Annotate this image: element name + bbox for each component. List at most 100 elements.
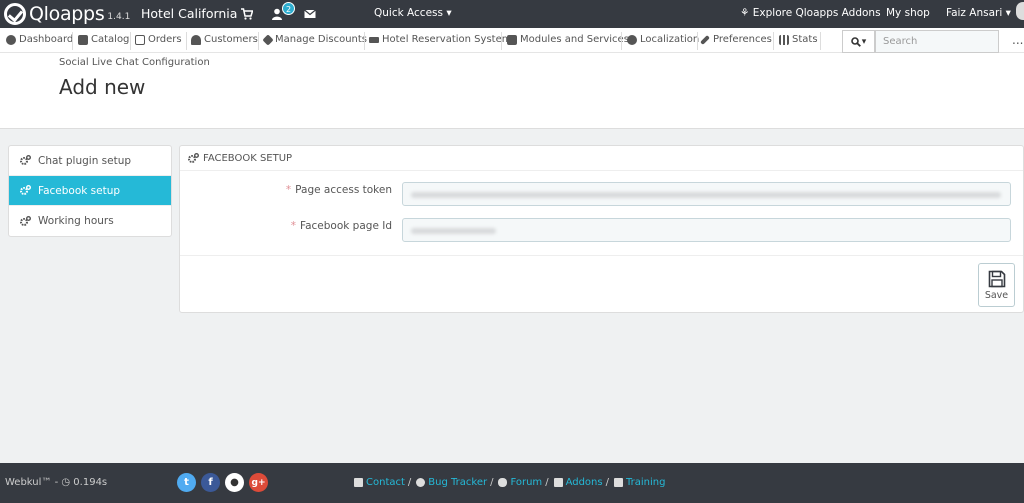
nav-label: Orders	[148, 34, 182, 45]
quick-access-menu[interactable]: Quick Access ▾	[374, 7, 452, 19]
more-menu-icon[interactable]: ...	[1012, 33, 1023, 47]
shop-name[interactable]: Hotel California	[141, 6, 237, 21]
save-button[interactable]: Save	[978, 263, 1015, 307]
nav-label: Stats	[792, 34, 818, 45]
wrench-icon	[700, 34, 710, 45]
footer-company: Webkul™ -	[5, 477, 62, 488]
footer-link-training[interactable]: Training	[626, 477, 665, 488]
book-icon	[78, 34, 88, 45]
caret-down-icon: ▾	[861, 36, 867, 47]
nav-item-dashboard[interactable]: Dashboard	[6, 34, 73, 45]
bug-icon	[416, 478, 426, 487]
clock-icon: ◷	[61, 477, 71, 488]
puzzle-icon	[507, 34, 517, 45]
qloapps-logo-icon	[4, 3, 26, 25]
required-marker: *	[285, 184, 292, 196]
redacted-value	[411, 228, 496, 234]
panel-footer-divider	[180, 255, 1023, 256]
dashboard-icon	[6, 34, 16, 45]
quick-access-label: Quick Access	[374, 7, 443, 19]
page-header: Social Live Chat Configuration Add new	[0, 53, 1024, 129]
nav-label: Hotel Reservation System	[382, 34, 512, 45]
nav-item-stats[interactable]: Stats	[779, 34, 818, 45]
brand-logo[interactable]: Qloapps 1.4.1	[4, 3, 130, 25]
field-label: Facebook page Id	[300, 220, 392, 232]
nav-item-manage-discounts[interactable]: Manage Discounts	[262, 33, 368, 46]
credit-card-icon	[135, 34, 145, 45]
employee-menu[interactable]: Faiz Ansari ▾	[946, 7, 1011, 19]
nav-item-modules[interactable]: Modules and Services	[507, 34, 629, 45]
github-icon[interactable]: ●	[225, 473, 244, 492]
page-access-token-label: * Page access token	[286, 184, 392, 196]
avatar[interactable]	[1016, 2, 1024, 20]
nav-label: Modules and Services	[520, 34, 629, 45]
puzzle-icon	[553, 478, 563, 487]
puzzle-icon: ⚘	[740, 7, 750, 19]
load-time: 0.194s	[73, 477, 108, 488]
search-input[interactable]	[875, 30, 999, 53]
google-plus-icon[interactable]: g+	[249, 473, 268, 492]
footer-link-bug-tracker[interactable]: Bug Tracker	[428, 477, 487, 488]
nav-item-orders[interactable]: Orders	[135, 34, 182, 45]
globe-icon	[627, 34, 637, 45]
book-icon	[613, 478, 623, 487]
facebook-page-id-label: * Facebook page Id	[291, 220, 392, 232]
my-shop-link[interactable]: My shop	[886, 7, 930, 19]
redacted-value	[411, 192, 1001, 198]
nav-label: Localization	[640, 34, 700, 45]
employee-name: Faiz Ansari	[946, 7, 1003, 19]
brand-version: 1.4.1	[107, 12, 131, 22]
nav-label: Preferences	[713, 34, 772, 45]
comments-icon	[498, 478, 508, 487]
sidebar-item-label: Facebook setup	[38, 184, 121, 197]
caret-down-icon: ▾	[1005, 7, 1011, 19]
footer-credit: Webkul™ - ◷ 0.194s	[5, 477, 107, 488]
cogs-icon	[20, 215, 31, 226]
envelope-icon	[354, 478, 363, 487]
breadcrumb[interactable]: Social Live Chat Configuration	[59, 57, 210, 68]
sidebar-item-chat-plugin-setup[interactable]: Chat plugin setup	[9, 146, 171, 176]
cart-icon[interactable]	[241, 8, 253, 20]
save-icon	[988, 270, 1005, 287]
tags-icon	[262, 33, 274, 46]
nav-label: Manage Discounts	[275, 34, 368, 45]
notification-badge[interactable]: 2	[282, 2, 295, 15]
caret-down-icon: ▾	[446, 7, 452, 19]
footer-link-contact[interactable]: Contact	[366, 477, 405, 488]
search-icon	[850, 36, 861, 47]
panel-title: FACEBOOK SETUP	[203, 152, 293, 164]
users-icon	[191, 34, 201, 45]
footer-links: Contact / Bug Tracker / Forum / Addons / Tra…	[354, 477, 665, 488]
required-marker: *	[290, 220, 296, 232]
brand-name: Qloapps	[29, 3, 105, 25]
panel-heading: FACEBOOK SETUP	[180, 146, 1023, 171]
sidebar-item-working-hours[interactable]: Working hours	[9, 206, 171, 236]
footer-link-forum[interactable]: Forum	[510, 477, 542, 488]
nav-item-preferences[interactable]: Preferences	[700, 34, 772, 45]
nav-item-localization[interactable]: Localization	[627, 34, 699, 45]
twitter-icon[interactable]: t	[177, 473, 196, 492]
sidebar-item-label: Chat plugin setup	[38, 154, 132, 167]
sidebar-item-label: Working hours	[38, 215, 114, 227]
nav-item-hotel-reservation[interactable]: Hotel Reservation System	[369, 34, 511, 45]
search-type-select[interactable]: ▾	[842, 30, 875, 53]
envelope-icon[interactable]	[304, 8, 316, 20]
nav-label: Customers	[204, 34, 258, 45]
cogs-icon	[188, 152, 199, 163]
explore-addons-link[interactable]: ⚘ Explore Qloapps Addons	[740, 7, 881, 19]
explore-addons-label: Explore Qloapps Addons	[752, 7, 881, 19]
cogs-icon	[20, 155, 31, 165]
nav-label: Catalog	[91, 34, 130, 45]
facebook-page-id-input[interactable]	[402, 218, 1011, 242]
facebook-icon[interactable]: f	[201, 473, 220, 492]
footer: Webkul™ - ◷ 0.194s t f ● g+ Contact / Bug…	[0, 463, 1024, 503]
footer-link-addons[interactable]: Addons	[566, 477, 603, 488]
facebook-setup-panel: FACEBOOK SETUP * Page access token * Faceb…	[179, 145, 1024, 313]
cogs-icon	[20, 185, 31, 195]
page-access-token-input[interactable]	[402, 182, 1011, 206]
nav-label: Dashboard	[19, 34, 74, 45]
bed-icon	[369, 36, 379, 43]
sidebar-item-facebook-setup[interactable]: Facebook setup	[9, 176, 171, 206]
nav-item-customers[interactable]: Customers	[191, 34, 258, 45]
nav-item-catalog[interactable]: Catalog	[78, 34, 129, 45]
